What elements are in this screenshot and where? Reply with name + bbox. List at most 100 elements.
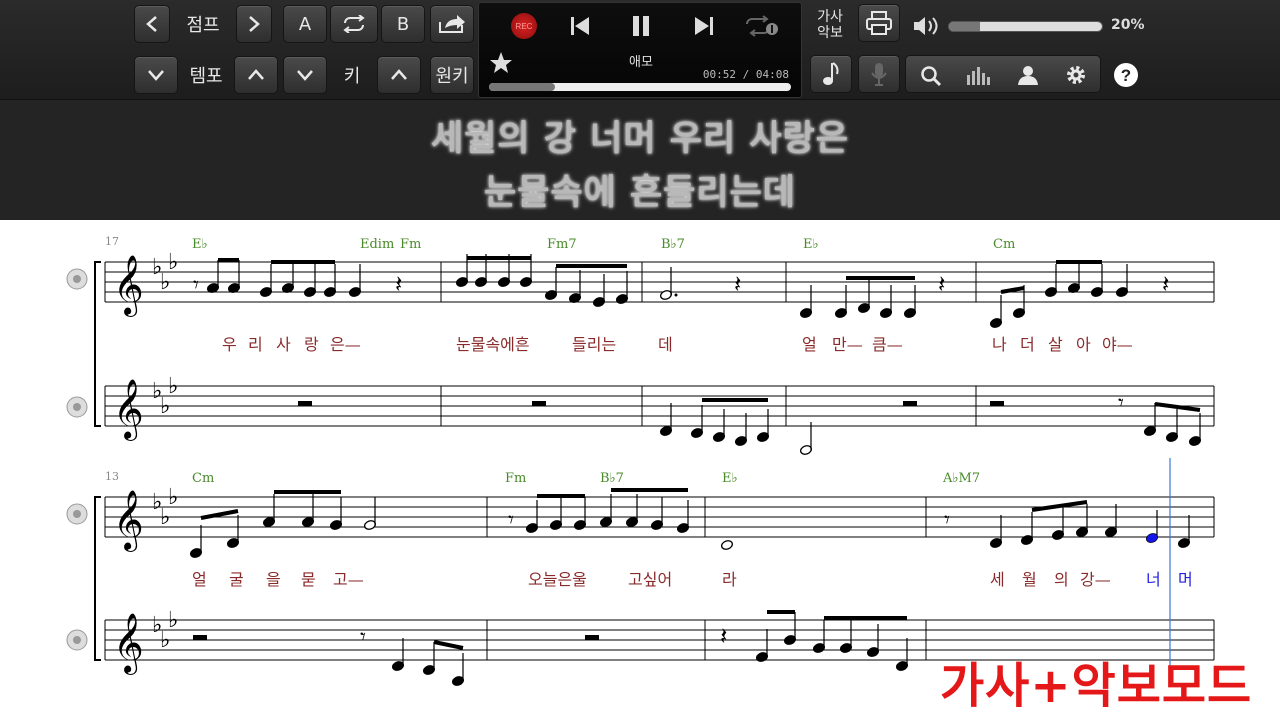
lyrics-score-toggle-button[interactable]: 가사 악보 (810, 4, 850, 46)
key-up-button[interactable] (377, 56, 421, 94)
lyric-syllable: 큼— (872, 335, 903, 354)
measure-number: 17 (105, 235, 119, 248)
lyric-syllable: 을 (266, 570, 281, 589)
chevron-down-icon (148, 70, 164, 81)
staff-audio-dot (73, 403, 81, 411)
toolbar: 점프 A B 템포 키 원키 REC 애모 00:52 / 04:08 가사 악… (0, 0, 1280, 100)
key-group: 키 (283, 55, 421, 95)
lyrics-line-2: 눈물속에 흔들리는데 (484, 173, 796, 213)
a-point-button[interactable]: A (283, 5, 327, 43)
lyric-syllable: 월 (1022, 570, 1037, 589)
chord-symbol: A♭M7 (942, 471, 980, 486)
key-down-button[interactable] (283, 56, 327, 94)
lyric-syllable: 고싶어 (628, 570, 672, 589)
gear-icon[interactable] (1065, 64, 1087, 86)
lyrics-display: 세월의 강 너머 우리 사랑은 눈물속에 흔들리는데 (0, 100, 1280, 220)
record-button[interactable]: REC (511, 13, 537, 39)
tempo-up-button[interactable] (234, 56, 278, 94)
chord-symbol: E♭ (803, 237, 819, 252)
ab-repeat-button[interactable] (330, 5, 378, 43)
lyric-syllable: 살 (1048, 335, 1063, 354)
jump-forward-button[interactable] (236, 5, 272, 43)
user-icon[interactable] (1017, 64, 1039, 86)
pause-icon[interactable] (630, 15, 652, 37)
search-icon[interactable] (920, 65, 942, 87)
dot (674, 293, 678, 297)
b-point-button[interactable]: B (381, 5, 425, 43)
system-bracket (94, 496, 101, 661)
chord-symbol: Fm7 (547, 237, 577, 252)
chord-symbol: E♭ (722, 471, 738, 486)
equalizer-icon[interactable] (966, 65, 994, 87)
progress-bar[interactable] (489, 83, 791, 91)
measure-number: 13 (105, 470, 119, 483)
note-beam (1031, 500, 1088, 512)
melody-button[interactable] (810, 55, 852, 93)
ab-repeat-group: A B (283, 4, 425, 44)
chord-symbol: Cm (192, 471, 214, 486)
chord-symbol: E♭ (192, 237, 208, 252)
mode-label: 가사+악보모드 (940, 658, 1253, 714)
volume-slider[interactable] (948, 21, 1103, 32)
lyrics-line-1: 세월의 강 너머 우리 사랑은 (431, 119, 849, 159)
eighth-rest: 𝄾 (360, 625, 366, 650)
print-button[interactable] (858, 4, 900, 42)
lyric-syllable: 오늘은울 (528, 570, 587, 589)
tempo-group: 템포 (134, 55, 278, 95)
music-note-icon (823, 62, 839, 85)
chevron-down-icon (297, 70, 313, 81)
whole-rest (990, 401, 1004, 406)
quarter-rest: 𝄽 (395, 270, 402, 298)
previous-icon[interactable] (569, 15, 591, 37)
whole-rest (193, 635, 207, 640)
progress-fill (489, 83, 556, 91)
lyric-syllable: 얼 (802, 335, 817, 354)
note-beam (433, 640, 464, 650)
speaker-icon[interactable] (912, 15, 942, 37)
help-icon[interactable]: ? (1113, 62, 1139, 88)
microphone-button[interactable] (858, 55, 900, 93)
lyric-syllable: 라 (722, 570, 737, 589)
chevron-left-icon (146, 16, 157, 32)
system-bracket (94, 261, 101, 427)
share-icon (439, 15, 465, 33)
microphone-icon (871, 63, 887, 86)
eighth-rest: 𝄾 (193, 273, 199, 298)
chevron-up-icon (248, 69, 264, 80)
chord-symbol: Fm (505, 471, 526, 486)
quarter-rest: 𝄽 (720, 622, 727, 650)
jump-back-button[interactable] (134, 5, 170, 43)
lyric-syllable: 리 (248, 335, 263, 354)
jump-label: 점프 (186, 15, 220, 36)
lyric-syllable: 데 (658, 335, 673, 354)
quarter-rest: 𝄽 (938, 270, 945, 298)
flat-sign: ♭ (168, 608, 178, 633)
share-button[interactable] (430, 5, 474, 43)
karaoke-app: 점프 A B 템포 키 원키 REC 애모 00:52 / 04:08 가사 악… (0, 0, 1280, 720)
chord-symbol: Fm (400, 237, 421, 252)
original-key-button[interactable]: 원키 (430, 56, 474, 94)
chord-symbol: B♭7 (661, 237, 685, 252)
lyric-syllable: 고— (333, 570, 364, 589)
eighth-rest: 𝄾 (1118, 391, 1124, 416)
key-label: 키 (343, 66, 361, 87)
lyric-syllable: 의 (1054, 570, 1069, 589)
volume-fill (949, 22, 980, 31)
flat-sign: ♭ (168, 250, 178, 275)
whole-rest (532, 401, 546, 406)
tempo-down-button[interactable] (134, 56, 178, 94)
chord-symbol: Edim (360, 237, 394, 252)
whole-rest (903, 401, 917, 406)
score-canvas: 𝄞𝄞♭♭♭♭♭♭17 E♭ Edim Fm Fm7 B♭7 E♭ Cm𝄾 𝄽 𝄽 𝄽 𝄽𝄾우 리 사 랑 은—… (66, 235, 1215, 686)
quarter-rest: 𝄽 (734, 270, 741, 298)
treble-clef: 𝄞 (113, 379, 144, 441)
flat-sign: ♭ (168, 485, 178, 510)
lyric-syllable: 굴 (229, 570, 244, 589)
lyric-syllable: 세 (990, 570, 1005, 589)
repeat-one-icon[interactable] (744, 15, 780, 37)
lyric-syllable: 들리는 (572, 335, 616, 354)
next-icon[interactable] (693, 15, 715, 37)
note-beam (1000, 286, 1025, 294)
repeat-icon (343, 15, 365, 33)
svg-text:?: ? (1121, 66, 1131, 85)
